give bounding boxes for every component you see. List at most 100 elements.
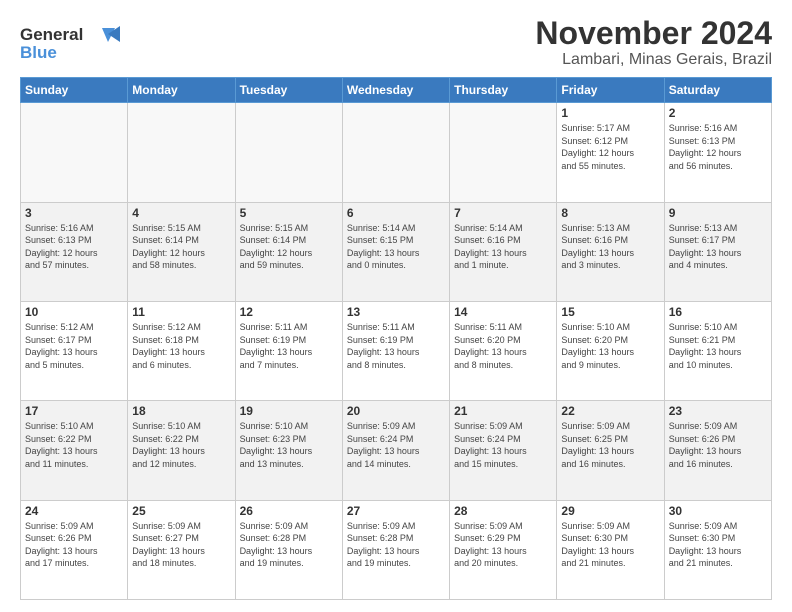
day-number: 14 — [454, 305, 552, 319]
day-number: 20 — [347, 404, 445, 418]
month-title: November 2024 — [535, 16, 772, 51]
day-number: 30 — [669, 504, 767, 518]
day-number: 18 — [132, 404, 230, 418]
day-number: 5 — [240, 206, 338, 220]
col-monday: Monday — [128, 78, 235, 103]
day-number: 9 — [669, 206, 767, 220]
calendar-cell: 13Sunrise: 5:11 AM Sunset: 6:19 PM Dayli… — [342, 301, 449, 400]
calendar-header-row: Sunday Monday Tuesday Wednesday Thursday… — [21, 78, 772, 103]
day-number: 25 — [132, 504, 230, 518]
day-info: Sunrise: 5:14 AM Sunset: 6:15 PM Dayligh… — [347, 222, 445, 272]
calendar-cell: 27Sunrise: 5:09 AM Sunset: 6:28 PM Dayli… — [342, 500, 449, 599]
calendar-cell — [450, 103, 557, 202]
calendar-cell: 16 Sunrise: 5:10 AM Sunset: 6:21 PM Dayli… — [664, 301, 771, 400]
day-number: 8 — [561, 206, 659, 220]
calendar-cell: 24Sunrise: 5:09 AM Sunset: 6:26 PM Dayli… — [21, 500, 128, 599]
calendar-cell: 7 Sunrise: 5:14 AM Sunset: 6:16 PM Daylig… — [450, 202, 557, 301]
calendar-cell: 28 Sunrise: 5:09 AM Sunset: 6:29 PM Dayli… — [450, 500, 557, 599]
calendar-table: Sunday Monday Tuesday Wednesday Thursday… — [20, 77, 772, 600]
day-number: 28 — [454, 504, 552, 518]
day-number: 19 — [240, 404, 338, 418]
day-info: Sunrise: 5:09 AM Sunset: 6:24 PM Dayligh… — [347, 420, 445, 470]
day-number: 15 — [561, 305, 659, 319]
calendar-cell: 12 Sunrise: 5:11 AM Sunset: 6:19 PM Dayli… — [235, 301, 342, 400]
day-info: Sunrise: 5:09 AM Sunset: 6:28 PM Dayligh… — [240, 520, 338, 570]
page: General Blue November 2024 Lambari, Mina… — [0, 0, 792, 612]
day-info: Sunrise: 5:15 AM Sunset: 6:14 PM Dayligh… — [240, 222, 338, 272]
day-info: Sunrise: 5:10 AM Sunset: 6:23 PM Dayligh… — [240, 420, 338, 470]
day-info: Sunrise: 5:14 AM Sunset: 6:16 PM Dayligh… — [454, 222, 552, 272]
calendar-cell — [235, 103, 342, 202]
day-info: Sunrise: 5:09 AM Sunset: 6:30 PM Dayligh… — [669, 520, 767, 570]
day-info: Sunrise: 5:15 AM Sunset: 6:14 PM Dayligh… — [132, 222, 230, 272]
day-number: 2 — [669, 106, 767, 120]
day-info: Sunrise: 5:11 AM Sunset: 6:20 PM Dayligh… — [454, 321, 552, 371]
day-number: 1 — [561, 106, 659, 120]
day-info: Sunrise: 5:10 AM Sunset: 6:21 PM Dayligh… — [669, 321, 767, 371]
day-info: Sunrise: 5:16 AM Sunset: 6:13 PM Dayligh… — [669, 122, 767, 172]
day-number: 21 — [454, 404, 552, 418]
day-info: Sunrise: 5:16 AM Sunset: 6:13 PM Dayligh… — [25, 222, 123, 272]
day-number: 26 — [240, 504, 338, 518]
day-info: Sunrise: 5:10 AM Sunset: 6:20 PM Dayligh… — [561, 321, 659, 371]
calendar-cell: 11Sunrise: 5:12 AM Sunset: 6:18 PM Dayli… — [128, 301, 235, 400]
day-info: Sunrise: 5:12 AM Sunset: 6:18 PM Dayligh… — [132, 321, 230, 371]
day-info: Sunrise: 5:17 AM Sunset: 6:12 PM Dayligh… — [561, 122, 659, 172]
day-info: Sunrise: 5:09 AM Sunset: 6:24 PM Dayligh… — [454, 420, 552, 470]
day-info: Sunrise: 5:11 AM Sunset: 6:19 PM Dayligh… — [240, 321, 338, 371]
day-info: Sunrise: 5:10 AM Sunset: 6:22 PM Dayligh… — [25, 420, 123, 470]
calendar-week-3: 17 Sunrise: 5:10 AM Sunset: 6:22 PM Dayli… — [21, 401, 772, 500]
calendar-cell: 6 Sunrise: 5:14 AM Sunset: 6:15 PM Daylig… — [342, 202, 449, 301]
calendar-week-0: 1 Sunrise: 5:17 AM Sunset: 6:12 PM Daylig… — [21, 103, 772, 202]
calendar-cell: 8 Sunrise: 5:13 AM Sunset: 6:16 PM Daylig… — [557, 202, 664, 301]
calendar-cell: 3 Sunrise: 5:16 AM Sunset: 6:13 PM Daylig… — [21, 202, 128, 301]
calendar-cell — [128, 103, 235, 202]
calendar-cell: 2 Sunrise: 5:16 AM Sunset: 6:13 PM Daylig… — [664, 103, 771, 202]
calendar-cell — [21, 103, 128, 202]
day-number: 12 — [240, 305, 338, 319]
day-info: Sunrise: 5:10 AM Sunset: 6:22 PM Dayligh… — [132, 420, 230, 470]
calendar-cell: 5 Sunrise: 5:15 AM Sunset: 6:14 PM Daylig… — [235, 202, 342, 301]
day-info: Sunrise: 5:09 AM Sunset: 6:30 PM Dayligh… — [561, 520, 659, 570]
day-info: Sunrise: 5:09 AM Sunset: 6:26 PM Dayligh… — [669, 420, 767, 470]
calendar-cell: 29 Sunrise: 5:09 AM Sunset: 6:30 PM Dayli… — [557, 500, 664, 599]
col-saturday: Saturday — [664, 78, 771, 103]
day-number: 6 — [347, 206, 445, 220]
svg-text:Blue: Blue — [20, 43, 57, 62]
day-number: 16 — [669, 305, 767, 319]
calendar-week-4: 24Sunrise: 5:09 AM Sunset: 6:26 PM Dayli… — [21, 500, 772, 599]
calendar-cell: 17 Sunrise: 5:10 AM Sunset: 6:22 PM Dayli… — [21, 401, 128, 500]
day-number: 7 — [454, 206, 552, 220]
day-info: Sunrise: 5:13 AM Sunset: 6:17 PM Dayligh… — [669, 222, 767, 272]
day-info: Sunrise: 5:09 AM Sunset: 6:25 PM Dayligh… — [561, 420, 659, 470]
header: General Blue November 2024 Lambari, Mina… — [20, 16, 772, 69]
calendar-cell: 26 Sunrise: 5:09 AM Sunset: 6:28 PM Dayli… — [235, 500, 342, 599]
day-info: Sunrise: 5:09 AM Sunset: 6:27 PM Dayligh… — [132, 520, 230, 570]
svg-text:General: General — [20, 25, 83, 44]
calendar-cell: 22Sunrise: 5:09 AM Sunset: 6:25 PM Dayli… — [557, 401, 664, 500]
day-number: 24 — [25, 504, 123, 518]
day-number: 17 — [25, 404, 123, 418]
calendar-cell: 10 Sunrise: 5:12 AM Sunset: 6:17 PM Dayli… — [21, 301, 128, 400]
calendar-cell: 20 Sunrise: 5:09 AM Sunset: 6:24 PM Dayli… — [342, 401, 449, 500]
location-title: Lambari, Minas Gerais, Brazil — [535, 51, 772, 69]
col-friday: Friday — [557, 78, 664, 103]
logo-text: General Blue — [20, 20, 130, 69]
day-number: 3 — [25, 206, 123, 220]
day-info: Sunrise: 5:13 AM Sunset: 6:16 PM Dayligh… — [561, 222, 659, 272]
calendar-cell: 19 Sunrise: 5:10 AM Sunset: 6:23 PM Dayli… — [235, 401, 342, 500]
day-info: Sunrise: 5:12 AM Sunset: 6:17 PM Dayligh… — [25, 321, 123, 371]
col-wednesday: Wednesday — [342, 78, 449, 103]
logo: General Blue — [20, 20, 130, 69]
day-number: 23 — [669, 404, 767, 418]
col-tuesday: Tuesday — [235, 78, 342, 103]
calendar-cell: 14 Sunrise: 5:11 AM Sunset: 6:20 PM Dayli… — [450, 301, 557, 400]
calendar-cell: 25 Sunrise: 5:09 AM Sunset: 6:27 PM Dayli… — [128, 500, 235, 599]
day-info: Sunrise: 5:09 AM Sunset: 6:29 PM Dayligh… — [454, 520, 552, 570]
col-sunday: Sunday — [21, 78, 128, 103]
calendar-cell: 21 Sunrise: 5:09 AM Sunset: 6:24 PM Dayli… — [450, 401, 557, 500]
day-number: 29 — [561, 504, 659, 518]
day-number: 10 — [25, 305, 123, 319]
title-block: November 2024 Lambari, Minas Gerais, Bra… — [535, 16, 772, 69]
calendar-week-1: 3 Sunrise: 5:16 AM Sunset: 6:13 PM Daylig… — [21, 202, 772, 301]
